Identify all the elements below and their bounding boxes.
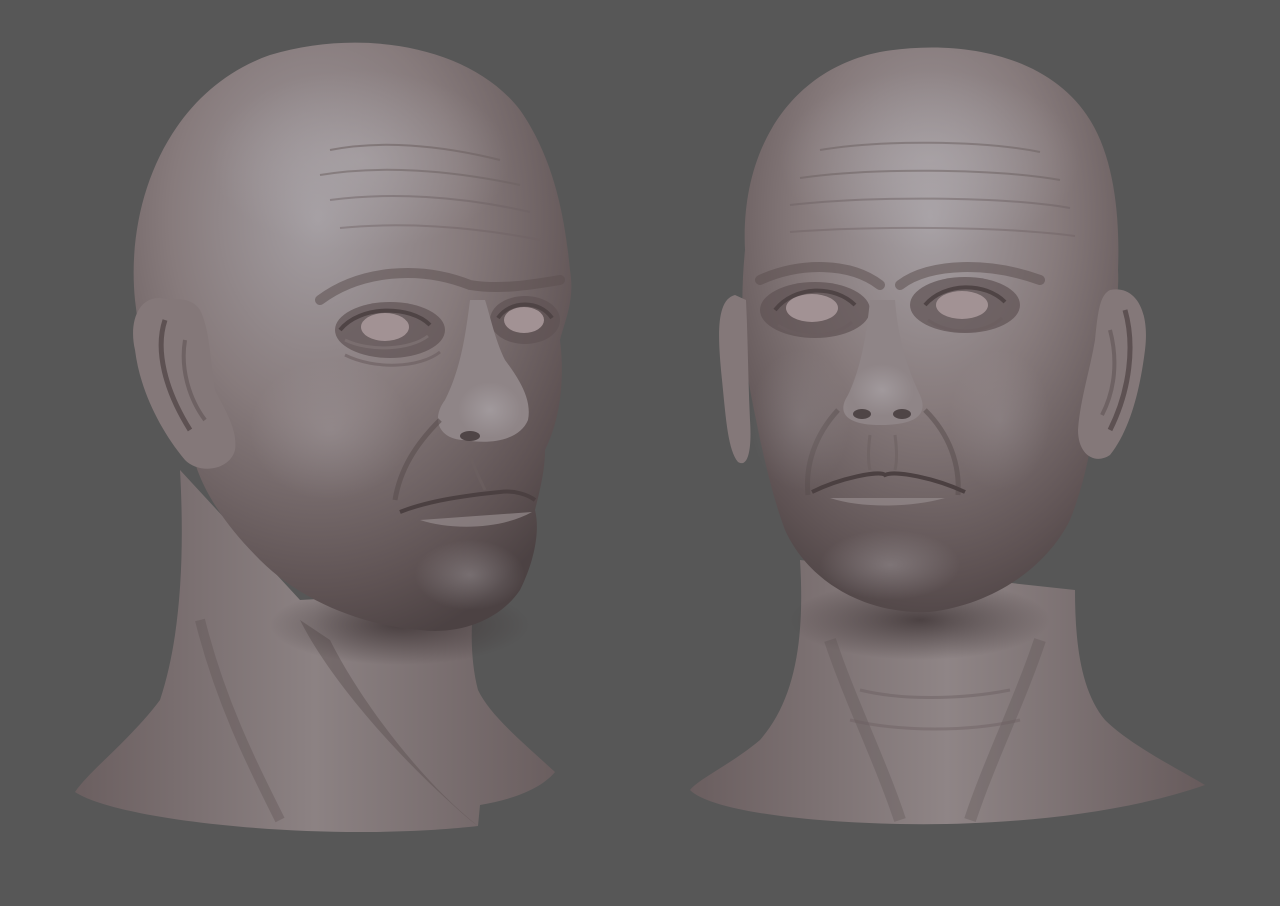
eyeball-left (361, 313, 409, 341)
eyeball-right (504, 307, 544, 333)
eyeball-right (936, 291, 988, 319)
nostril-left (853, 409, 871, 419)
sculpt-canvas[interactable] (0, 0, 1280, 906)
nostril-right (893, 409, 911, 419)
nostril (460, 431, 480, 441)
ear-left (719, 295, 751, 464)
sculpt-head-three-quarter[interactable] (75, 42, 572, 832)
sculpt-viewport[interactable] (0, 0, 1280, 906)
eyeball-left (786, 294, 838, 322)
sculpt-head-front[interactable] (690, 47, 1205, 825)
